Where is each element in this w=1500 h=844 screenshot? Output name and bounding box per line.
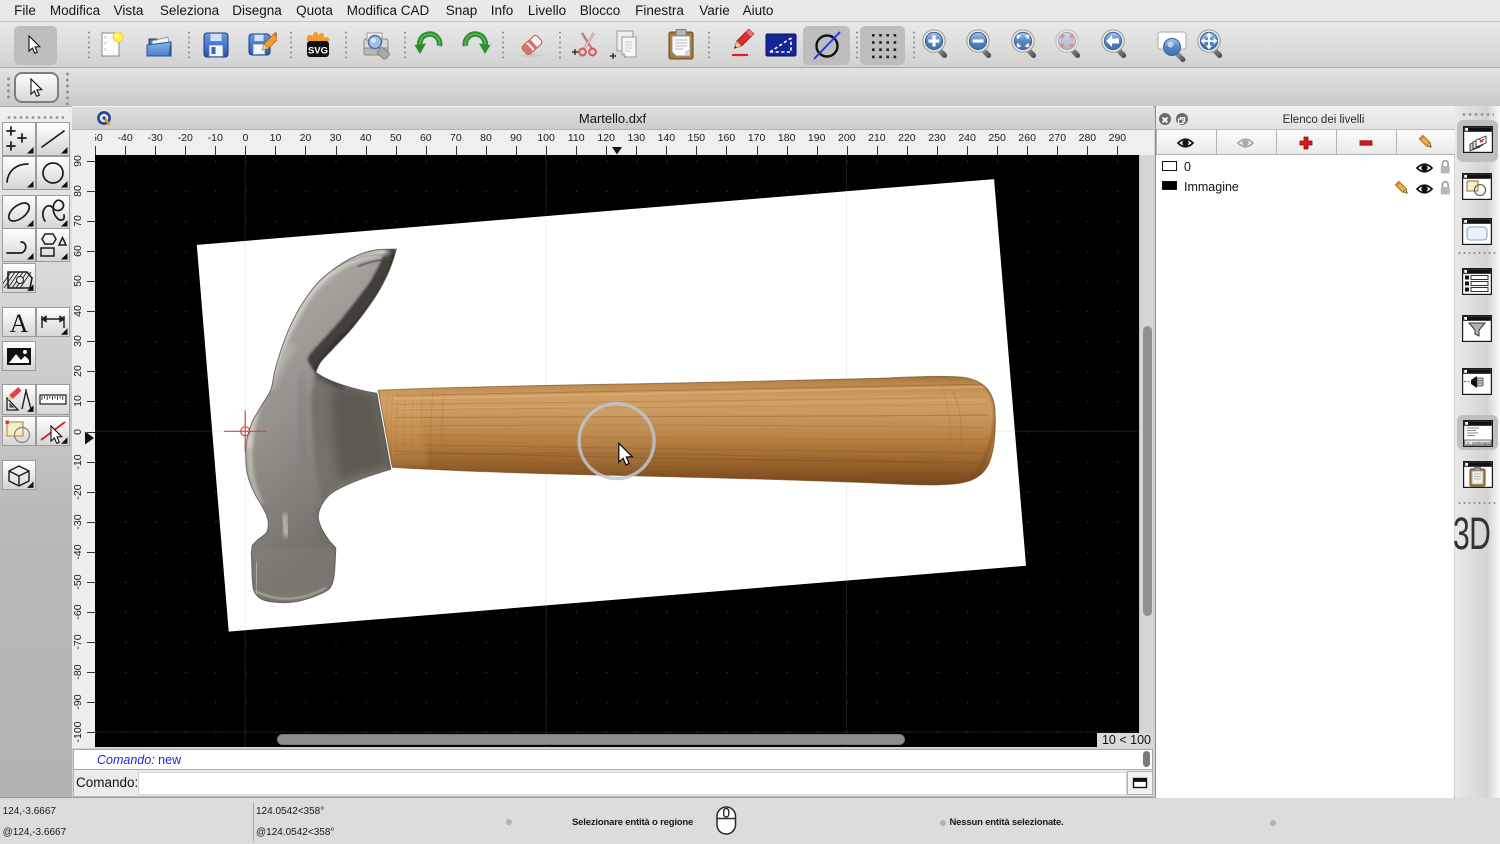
svg-text:A: A: [9, 309, 28, 336]
svg-text:SVG: SVG: [308, 46, 328, 57]
svg-text:c: command: c: command: [1467, 440, 1492, 445]
